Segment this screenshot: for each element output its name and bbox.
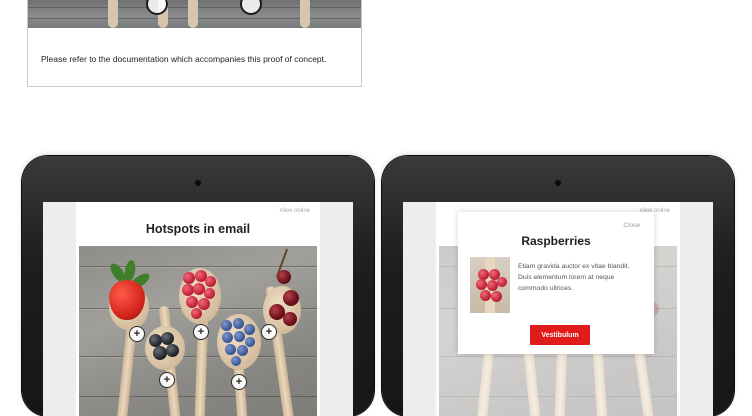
tablet-device-right: View online Hotspots in email Close Rasp… — [382, 156, 734, 416]
popup-title: Raspberries — [521, 234, 591, 248]
tablet-device-left: View online Hotspots in email + + + + + — [22, 156, 374, 416]
email-body: View online Hotspots in email + + + + + — [76, 202, 320, 416]
hotspot-blueberries[interactable]: + — [231, 374, 247, 390]
popup-close-button[interactable]: Close — [623, 222, 640, 229]
popup-description: Etiam gravida auctor ex vitae blandit. D… — [518, 263, 630, 292]
hotspot-raspberries[interactable]: + — [193, 324, 209, 340]
view-online-link[interactable]: View online — [279, 208, 310, 214]
email-body: View online Hotspots in email Close Rasp… — [436, 202, 680, 416]
raspberries-thumbnail — [470, 257, 510, 313]
top-email-photo — [28, 0, 361, 28]
documentation-note: Please refer to the documentation which … — [41, 54, 327, 64]
hotspot-cherries[interactable]: + — [261, 324, 277, 340]
hotspot-image: + + + + + — [79, 246, 317, 416]
hotspot-strawberries[interactable]: + — [129, 326, 145, 342]
vestibulum-button[interactable]: Vestibulum — [530, 325, 590, 345]
tablet-screen: View online Hotspots in email Close Rasp… — [403, 202, 713, 416]
camera-icon — [195, 180, 201, 186]
hotspot-popup: Close Raspberries Etiam gravida auctor e… — [458, 212, 654, 354]
hotspot-button[interactable] — [240, 0, 262, 15]
tablet-screen: View online Hotspots in email + + + + + — [43, 202, 353, 416]
top-email-preview: Please refer to the documentation which … — [27, 0, 362, 87]
camera-icon — [555, 180, 561, 186]
email-title: Hotspots in email — [145, 222, 251, 236]
hotspot-blackberries[interactable]: + — [159, 372, 175, 388]
